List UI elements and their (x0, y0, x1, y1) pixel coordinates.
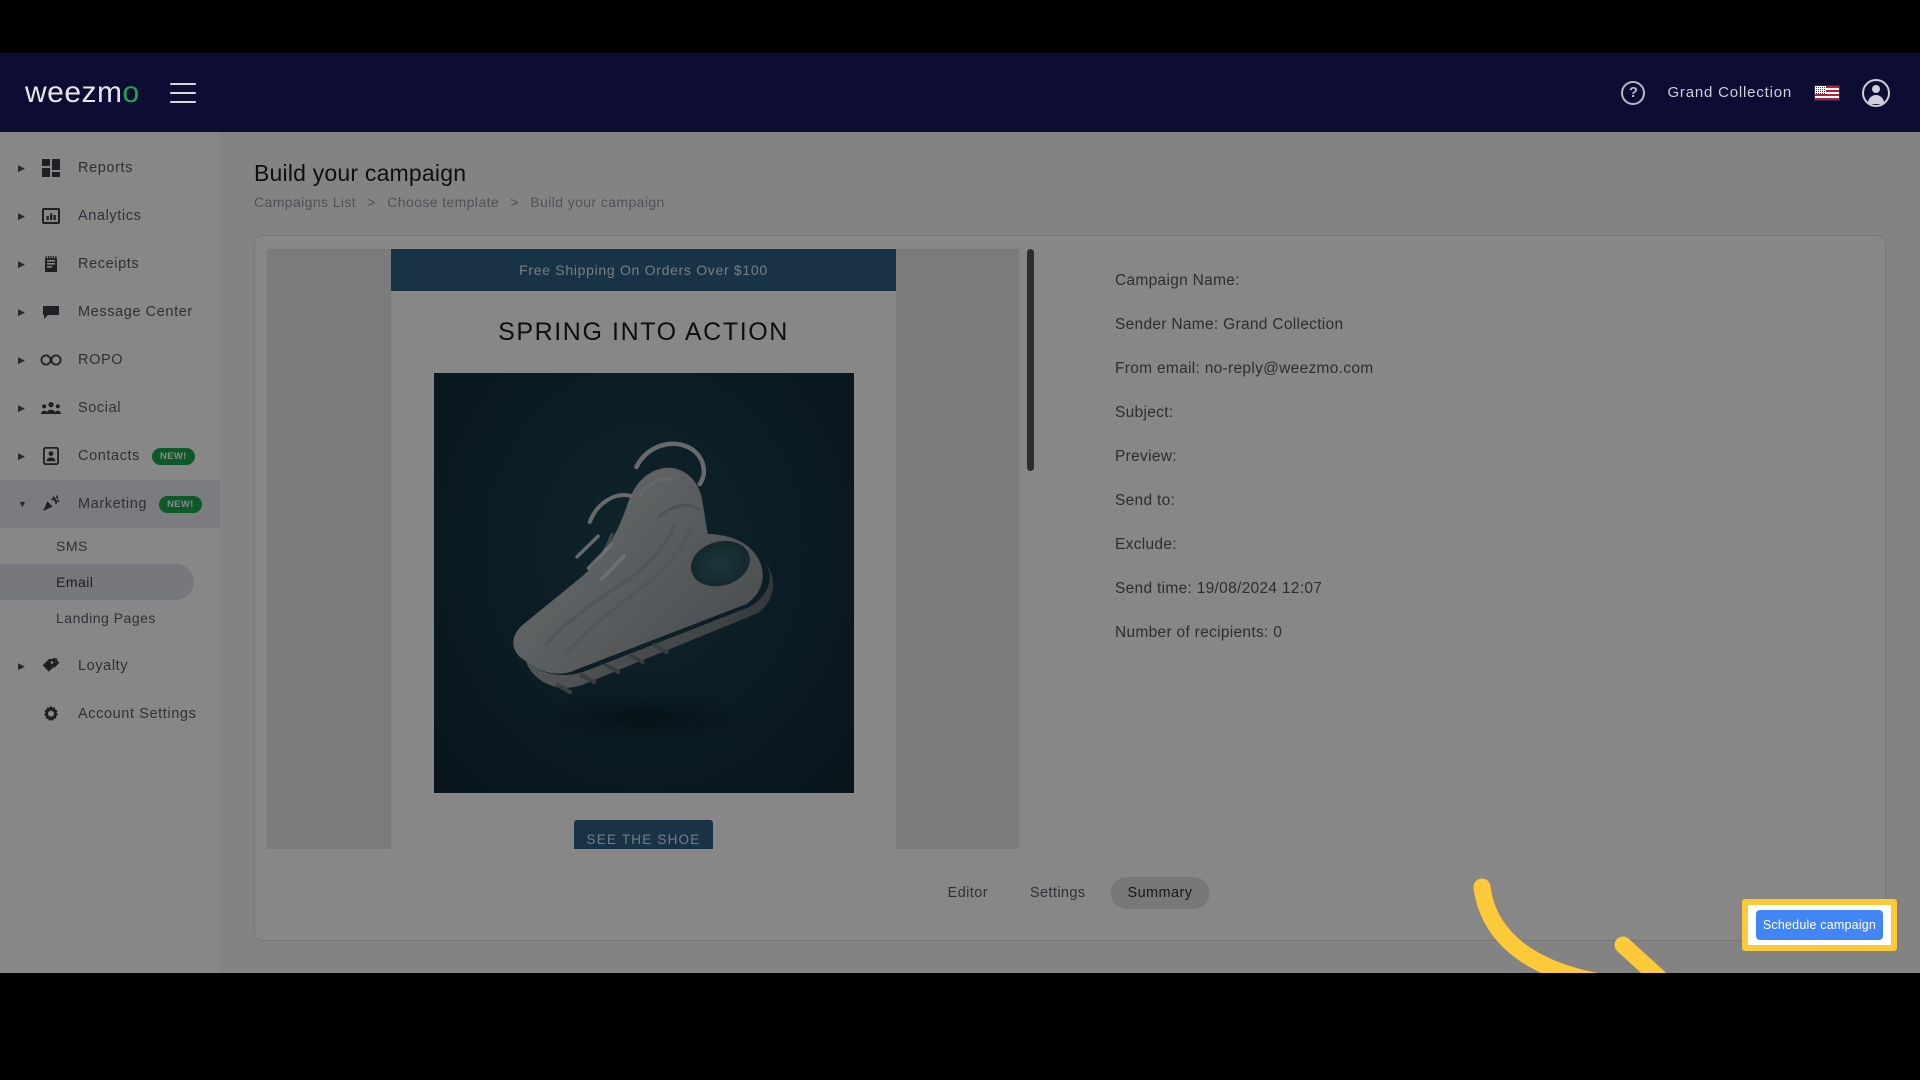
breadcrumb-campaigns-list[interactable]: Campaigns List (254, 194, 356, 210)
detail-subject: Subject: (1115, 404, 1174, 421)
sidebar-item-analytics[interactable]: ▶ Analytics (0, 192, 220, 240)
hamburger-menu-icon[interactable] (169, 82, 196, 103)
schedule-campaign-highlight: Schedule campaign (1742, 899, 1897, 951)
detail-send-to: Send to: (1115, 492, 1176, 509)
logo-text: weezm (25, 75, 123, 109)
breadcrumb-separator: > (510, 194, 519, 210)
header-actions: ? Grand Collection (1621, 78, 1890, 107)
sidebar-item-label: Loyalty (78, 658, 129, 674)
sidebar-item-message-center[interactable]: ▶ Message Center (0, 288, 220, 336)
sidebar-item-reports[interactable]: ▶ Reports (0, 144, 220, 192)
top-header-bar: weezm o ? Grand Collection (0, 53, 1920, 132)
status-badge-new: NEW! (152, 447, 195, 465)
email-preview-pane: Free Shipping On Orders Over $100 SPRING… (255, 236, 1045, 849)
sidebar-item-label: Social (78, 400, 122, 416)
sidebar-item-account-settings[interactable]: ▶ Account Settings (0, 690, 220, 738)
detail-exclude: Exclude: (1115, 536, 1177, 553)
weezmo-logo[interactable]: weezm o (25, 76, 140, 110)
chevron-right-icon: ▶ (18, 660, 25, 671)
sidebar-item-social[interactable]: ▶ Social (0, 384, 220, 432)
chevron-right-icon: ▶ (18, 306, 25, 317)
people-group-icon (38, 401, 64, 415)
sidebar-item-receipts[interactable]: ▶ Receipts (0, 240, 220, 288)
chevron-down-icon: ▼ (18, 498, 27, 509)
hamburger-line (169, 91, 196, 94)
contact-card-icon (38, 447, 64, 465)
sneaker-product-photo (433, 373, 854, 793)
detail-number-of-recipients: Number of recipients: 0 (1115, 624, 1283, 641)
tag-icon (38, 657, 64, 675)
sidebar-item-marketing[interactable]: ▼ Marketing NEW! (0, 480, 220, 528)
dashboard-grid-icon (38, 159, 64, 177)
hamburger-line (169, 82, 196, 85)
sidebar-navigation: ▶ Reports ▶ Analytics ▶ Receipts ▶ Messa… (0, 132, 220, 973)
sidebar-item-label: Analytics (78, 208, 142, 224)
chevron-right-icon: ▶ (18, 258, 25, 269)
breadcrumb-build-your-campaign[interactable]: Build your campaign (530, 194, 664, 210)
hamburger-line (169, 100, 196, 103)
email-template-body: Free Shipping On Orders Over $100 SPRING… (391, 249, 896, 849)
status-badge-new: NEW! (159, 495, 202, 513)
see-the-shoe-button[interactable]: SEE THE SHOE (574, 820, 713, 849)
chevron-right-icon: ▶ (18, 210, 25, 221)
sidebar-item-label: Contacts (78, 448, 141, 464)
chevron-right-icon: ▶ (18, 450, 25, 461)
infinity-icon (38, 353, 64, 367)
sidebar-item-loyalty[interactable]: ▶ Loyalty (0, 642, 220, 690)
sidebar-subitem-email[interactable]: Email (0, 564, 194, 600)
detail-preview: Preview: (1115, 448, 1177, 465)
application-window: weezm o ? Grand Collection ▶ Reports ▶ A… (0, 53, 1920, 973)
gear-icon (38, 705, 64, 723)
us-flag-icon[interactable] (1814, 84, 1840, 101)
organization-name: Grand Collection (1667, 84, 1792, 101)
email-canvas: Free Shipping On Orders Over $100 SPRING… (267, 249, 1019, 849)
chat-bubble-icon (38, 303, 64, 321)
tab-editor[interactable]: Editor (931, 877, 1005, 909)
breadcrumb-choose-template[interactable]: Choose template (387, 194, 499, 210)
tab-settings[interactable]: Settings (1013, 877, 1103, 909)
wizard-tabs: Editor Settings Summary (931, 877, 1210, 909)
preview-scrollbar-thumb[interactable] (1027, 249, 1034, 471)
detail-send-time: Send time: 19/08/2024 12:07 (1115, 580, 1323, 597)
email-promo-bar: Free Shipping On Orders Over $100 (391, 249, 896, 291)
megaphone-icon (38, 495, 64, 513)
campaign-summary-card: Free Shipping On Orders Over $100 SPRING… (254, 235, 1886, 941)
sidebar-item-label: Account Settings (78, 706, 197, 722)
sidebar-item-ropo[interactable]: ▶ ROPO (0, 336, 220, 384)
tab-summary[interactable]: Summary (1110, 877, 1210, 909)
flag-canton (1815, 85, 1826, 94)
main-content-area: Build your campaign Campaigns List > Cho… (220, 132, 1920, 973)
sidebar-item-label: ROPO (78, 352, 124, 368)
breadcrumb: Campaigns List > Choose template > Build… (254, 194, 1886, 210)
breadcrumb-separator: > (367, 194, 376, 210)
sidebar-subitem-sms[interactable]: SMS (0, 528, 220, 564)
email-headline: SPRING INTO ACTION (498, 318, 789, 346)
logo-accent-o: o (122, 75, 140, 109)
chevron-right-icon: ▶ (18, 162, 25, 173)
sidebar-item-label: Receipts (78, 256, 140, 272)
bar-chart-icon (38, 207, 64, 225)
sidebar-item-contacts[interactable]: ▶ Contacts NEW! (0, 432, 220, 480)
detail-campaign-name: Campaign Name: (1115, 272, 1240, 289)
sidebar-item-label: Message Center (78, 304, 193, 320)
detail-from-email: From email: no-reply@weezmo.com (1115, 360, 1374, 377)
receipt-icon (38, 255, 64, 273)
page-title: Build your campaign (254, 160, 467, 186)
card-footer: Editor Settings Summary (255, 847, 1885, 940)
chevron-right-icon: ▶ (18, 354, 25, 365)
account-circle-icon[interactable] (1862, 78, 1890, 107)
schedule-campaign-button[interactable]: Schedule campaign (1756, 910, 1883, 940)
detail-sender-name: Sender Name: Grand Collection (1115, 316, 1344, 333)
help-icon[interactable]: ? (1621, 80, 1646, 105)
sidebar-item-label: Marketing (78, 496, 148, 512)
campaign-details-list: Campaign Name: Sender Name: Grand Collec… (1115, 272, 1815, 668)
chevron-right-icon: ▶ (18, 402, 25, 413)
sidebar-item-label: Reports (78, 160, 133, 176)
sidebar-subitem-landing-pages[interactable]: Landing Pages (0, 600, 220, 636)
